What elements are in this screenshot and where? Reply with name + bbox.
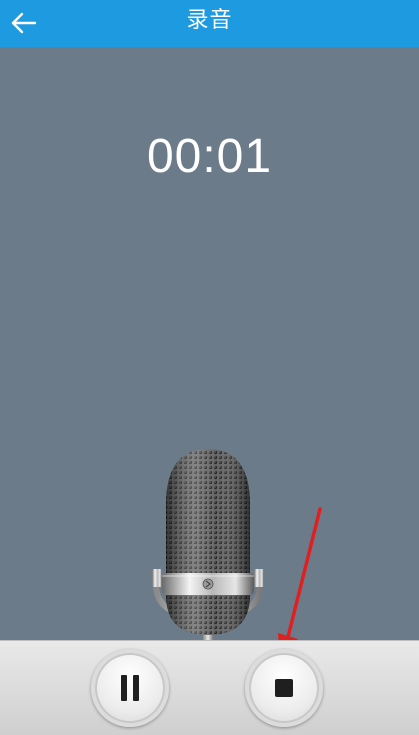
- stop-button[interactable]: [245, 649, 323, 727]
- recording-area: 00:01: [0, 47, 419, 681]
- control-bar: [0, 640, 419, 735]
- pause-button[interactable]: [91, 649, 169, 727]
- back-button[interactable]: [8, 7, 40, 39]
- app-header: 录音: [0, 0, 419, 47]
- pause-icon: [121, 675, 139, 701]
- elapsed-time: 00:01: [146, 130, 273, 183]
- stop-icon: [275, 679, 293, 697]
- page-title: 录音: [186, 8, 233, 33]
- arrow-left-icon: [11, 12, 37, 34]
- recorder-screen: 录音 00:01: [0, 0, 419, 735]
- microphone-icon: [148, 445, 268, 641]
